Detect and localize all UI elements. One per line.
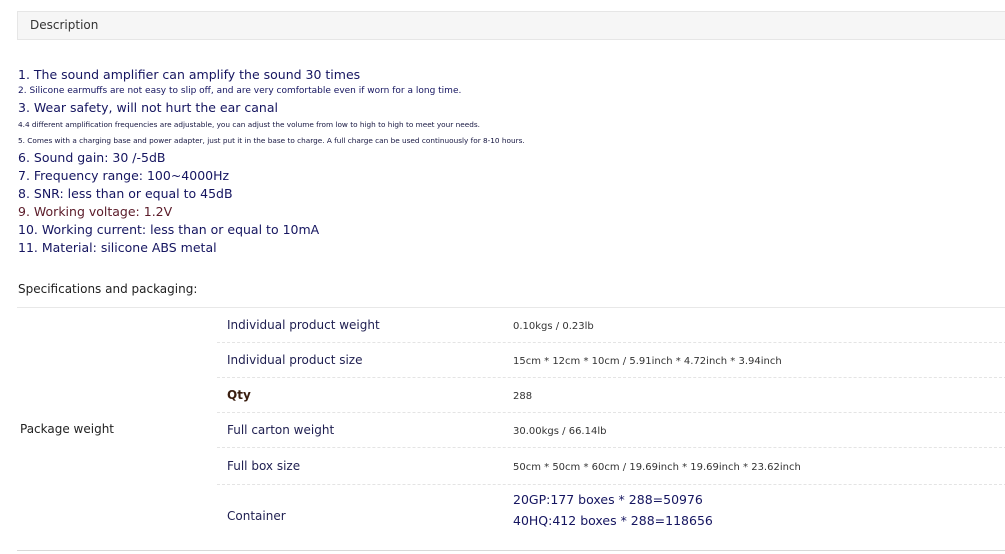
description-line: 6. Sound gain: 30 /-5dB (18, 150, 166, 165)
specifications-heading: Specifications and packaging: (18, 282, 198, 296)
spec-row-box-size: Full box size 50cm * 50cm * 60cm / 19.69… (217, 448, 1005, 485)
spec-key: Container (227, 509, 286, 523)
spec-row-qty: Qty 288 (217, 378, 1005, 413)
description-tab-label: Description (30, 18, 99, 32)
spec-value: 288 (513, 391, 533, 402)
container-values: 20GP:177 boxes * 288=50976 40HQ:412 boxe… (513, 489, 713, 531)
description-tab[interactable]: Description (17, 11, 1005, 40)
spec-key: Individual product weight (227, 318, 380, 332)
spec-key: Qty (227, 388, 251, 402)
description-line: 10. Working current: less than or equal … (18, 222, 320, 237)
container-line-20gp: 20GP:177 boxes * 288=50976 (513, 492, 703, 507)
description-line: 4.4 different amplification frequencies … (18, 120, 480, 129)
spec-value: 15cm * 12cm * 10cm / 5.91inch * 4.72inch… (513, 356, 782, 367)
description-line: 2. Silicone earmuffs are not easy to sli… (18, 86, 462, 96)
container-line-40hq: 40HQ:412 boxes * 288=118656 (513, 513, 713, 528)
spec-key: Full box size (227, 459, 301, 473)
spec-key: Full carton weight (227, 423, 335, 437)
spec-row-carton-weight: Full carton weight 30.00kgs / 66.14lb (217, 413, 1005, 448)
spec-row-product-weight: Individual product weight 0.10kgs / 0.23… (217, 308, 1005, 343)
description-line: 8. SNR: less than or equal to 45dB (18, 186, 233, 201)
description-line: 3. Wear safety, will not hurt the ear ca… (18, 100, 278, 115)
description-line: 11. Material: silicone ABS metal (18, 240, 217, 255)
package-weight-label: Package weight (20, 422, 115, 436)
spec-row-container: Container 20GP:177 boxes * 288=50976 40H… (217, 485, 1005, 551)
spec-value: 50cm * 50cm * 60cm / 19.69inch * 19.69in… (513, 462, 801, 473)
spec-key: Individual product size (227, 353, 363, 367)
description-line: 5. Comes with a charging base and power … (18, 136, 525, 145)
description-line: 9. Working voltage: 1.2V (18, 204, 173, 219)
description-line: 1. The sound amplifier can amplify the s… (18, 67, 361, 82)
spec-row-product-size: Individual product size 15cm * 12cm * 10… (217, 343, 1005, 378)
description-line: 7. Frequency range: 100~4000Hz (18, 168, 230, 183)
specifications-table: Package weight Individual product weight… (17, 307, 1005, 551)
description-list: 1. The sound amplifier can amplify the s… (18, 66, 998, 257)
spec-value: 30.00kgs / 66.14lb (513, 426, 607, 437)
spec-value: 0.10kgs / 0.23lb (513, 321, 594, 332)
